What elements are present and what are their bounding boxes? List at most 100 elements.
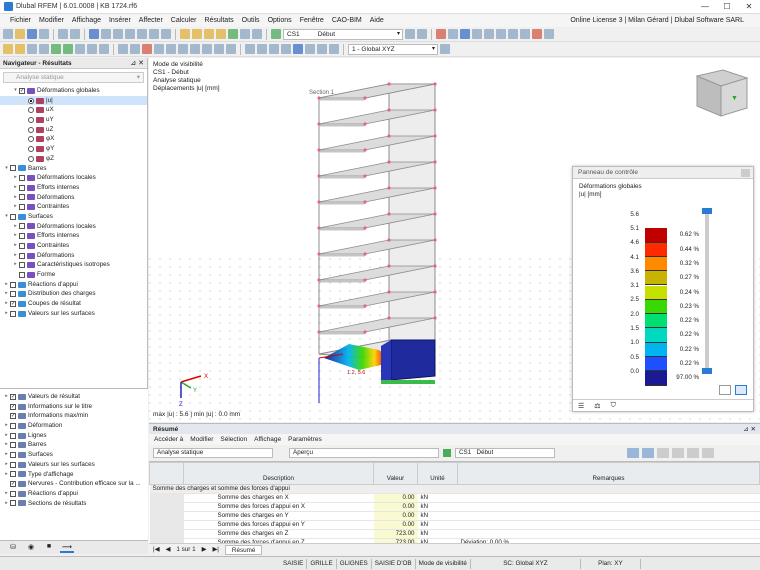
side-view-icon[interactable] [269, 44, 279, 54]
close-button[interactable]: ✕ [738, 0, 760, 14]
next-case-icon[interactable] [417, 29, 427, 39]
checkbox[interactable] [19, 262, 25, 269]
front-view-icon[interactable] [257, 44, 267, 54]
tree-item[interactable]: ▸ Barres [0, 440, 148, 450]
filter-icon[interactable] [240, 29, 250, 39]
tree-item[interactable]: ▸ Contraintes [0, 202, 147, 212]
expand-icon[interactable]: ▸ [3, 309, 10, 319]
expand-icon[interactable]: ▸ [3, 470, 10, 480]
checkbox[interactable] [10, 500, 16, 507]
grid-icon[interactable] [125, 29, 135, 39]
node[interactable] [387, 316, 391, 320]
node[interactable] [317, 226, 321, 230]
node[interactable] [433, 82, 437, 86]
snap-icon[interactable] [202, 44, 212, 54]
node[interactable] [363, 148, 367, 152]
checkbox[interactable] [19, 184, 25, 191]
summary-menu-goto[interactable]: Accéder à [154, 436, 183, 443]
tree-item[interactable]: uZ [0, 125, 147, 135]
tree-item[interactable]: Forme [0, 270, 147, 280]
deformation-icon[interactable] [436, 29, 446, 39]
tree-item[interactable]: ▸ Déformations locales [0, 173, 147, 183]
pan-icon[interactable] [329, 44, 339, 54]
slider-top-handle[interactable] [702, 208, 712, 214]
expand-icon[interactable]: ▾ [12, 86, 19, 96]
summary-export-icon[interactable] [657, 447, 669, 458]
render-icon[interactable] [293, 44, 303, 54]
tree-item[interactable]: ▸ Coupes de résultat [0, 299, 147, 309]
tree-item[interactable]: ▸ Déformations [0, 193, 147, 203]
node[interactable] [363, 96, 367, 100]
open-file-icon[interactable] [15, 29, 25, 39]
node[interactable] [387, 108, 391, 112]
table-row[interactable]: Somme des charges en X 0.00 kN [149, 493, 760, 503]
expand-icon[interactable]: ▸ [12, 202, 19, 212]
summary-columns-icon[interactable] [687, 447, 699, 458]
radio-button[interactable] [28, 126, 34, 133]
tree-item[interactable]: ▸ Valeurs sur les surfaces [0, 460, 148, 470]
node[interactable] [317, 252, 321, 256]
undo-icon[interactable] [58, 29, 68, 39]
checkbox[interactable] [10, 471, 16, 478]
node[interactable] [433, 316, 437, 320]
node[interactable] [317, 304, 321, 308]
expand-icon[interactable]: ▸ [12, 193, 19, 203]
check-icon[interactable] [228, 29, 238, 39]
zoom-icon[interactable] [317, 44, 327, 54]
maximize-button[interactable]: ☐ [716, 0, 738, 14]
node[interactable] [363, 330, 367, 334]
menu-affecter[interactable]: Affecter [139, 17, 163, 24]
tree-item[interactable]: Informations sur le titre [0, 402, 148, 412]
menu-aide[interactable]: Aide [370, 17, 384, 24]
menu-fichier[interactable]: Fichier [10, 17, 31, 24]
node[interactable] [433, 186, 437, 190]
prev-page-icon[interactable]: ◀ [165, 546, 170, 553]
node[interactable] [387, 160, 391, 164]
tree-item[interactable]: ▸ Efforts internes [0, 231, 147, 241]
checkbox[interactable] [10, 490, 16, 497]
expand-icon[interactable]: ▸ [3, 299, 10, 309]
surfaces-icon[interactable] [508, 29, 518, 39]
node[interactable] [387, 134, 391, 138]
summary-menu-edit[interactable]: Modifier [190, 436, 213, 443]
member-icon[interactable] [75, 44, 85, 54]
col-unit[interactable]: Unité [417, 462, 458, 485]
summary-close-icon[interactable]: ⊿ ✕ [743, 425, 756, 433]
node[interactable] [433, 108, 437, 112]
checkbox[interactable] [10, 165, 16, 172]
settings-icon[interactable] [544, 29, 554, 39]
node[interactable] [387, 264, 391, 268]
expand-icon[interactable]: ▸ [3, 280, 10, 290]
slider-bottom-handle[interactable] [702, 368, 712, 374]
prev-case-icon[interactable] [405, 29, 415, 39]
checkbox[interactable] [10, 442, 16, 449]
checkbox[interactable] [10, 281, 16, 288]
summary-filter-icon[interactable] [627, 447, 639, 458]
new-file-icon[interactable] [3, 29, 13, 39]
panel-icon[interactable] [137, 29, 147, 39]
node[interactable] [433, 290, 437, 294]
cp-tab-legend-icon[interactable]: ☰ [578, 402, 584, 410]
summary-analysis-select[interactable]: Analyse statique [153, 447, 273, 458]
checkbox[interactable] [10, 422, 16, 429]
menu-outils[interactable]: Outils [242, 17, 260, 24]
tree-item[interactable]: ▸ Réactions d'appui [0, 280, 147, 290]
wireframe-icon[interactable] [305, 44, 315, 54]
last-page-icon[interactable]: ▶| [212, 546, 218, 553]
expand-icon[interactable]: ▸ [12, 183, 19, 193]
first-page-icon[interactable]: |◀ [153, 546, 159, 553]
checkbox[interactable] [10, 291, 16, 298]
tree-item[interactable]: φY [0, 144, 147, 154]
menu-resultats[interactable]: Résultats [204, 17, 233, 24]
node[interactable] [363, 278, 367, 282]
tree-item[interactable]: ▸ Surfaces [0, 450, 148, 460]
split-icon[interactable] [149, 29, 159, 39]
navigation-cube[interactable]: ▼ [695, 69, 749, 117]
expand-icon[interactable]: ▸ [3, 460, 10, 470]
node[interactable] [433, 134, 437, 138]
summary-sort-icon[interactable] [642, 447, 654, 458]
node[interactable] [363, 304, 367, 308]
section-icon[interactable] [484, 29, 494, 39]
legend-slider[interactable] [702, 208, 712, 374]
animation-icon[interactable] [472, 29, 482, 39]
